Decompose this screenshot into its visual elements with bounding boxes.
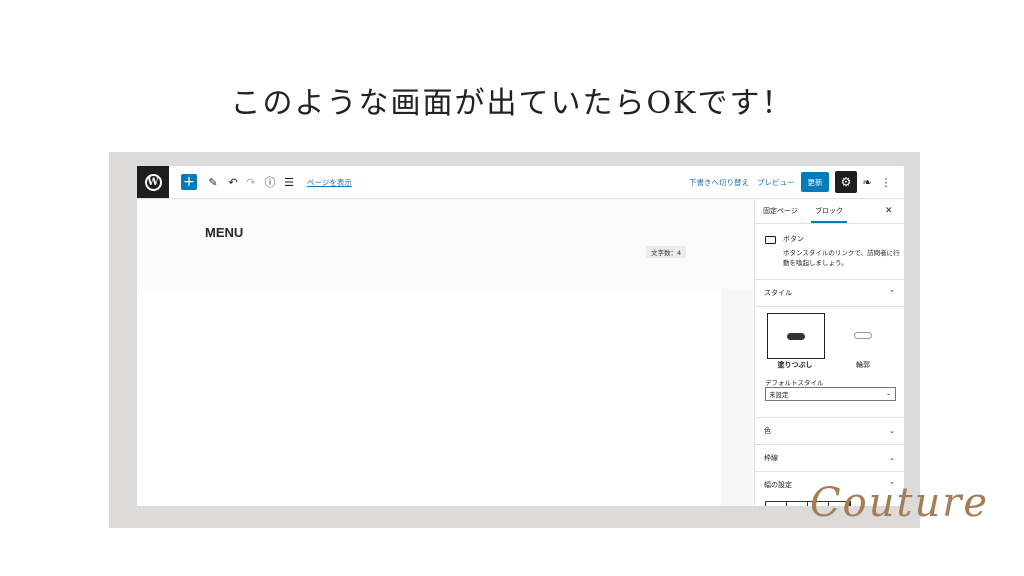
color-panel-header[interactable]: 色 ⌄	[755, 418, 904, 445]
gear-icon[interactable]: ⚙	[835, 171, 857, 193]
list-view-icon[interactable]: ☰	[281, 166, 297, 198]
button-block-icon	[765, 236, 776, 244]
chevron-up-icon: ⌃	[889, 289, 895, 297]
chevron-down-icon: ⌄	[885, 390, 891, 397]
style-fill-label: 塗りつぶし	[777, 361, 813, 369]
settings-sidebar: 固定ページ ブロック ✕ ボタン ボタンスタイルのリンクで、訪問者に行動を喚起し…	[754, 199, 904, 506]
more-vertical-icon[interactable]: ⋮	[879, 166, 893, 198]
style-outline-label: 輪郭	[856, 361, 870, 369]
pencil-icon[interactable]: ✎	[205, 166, 221, 198]
block-title: ボタン	[783, 235, 804, 243]
width-panel-label: 幅の設定	[764, 481, 792, 489]
style-option-fill[interactable]	[767, 313, 825, 359]
chevron-down-icon: ⌄	[889, 427, 895, 435]
tab-page[interactable]: 固定ページ	[763, 199, 798, 223]
default-style-label: デフォルトスタイル	[765, 379, 824, 387]
block-card: ボタン ボタンスタイルのリンクで、訪問者に行動を喚起しましょう。	[755, 224, 904, 280]
couture-logo: Couture	[810, 480, 990, 526]
info-icon[interactable]: ⓘ	[262, 166, 278, 198]
border-panel-label: 枠線	[764, 454, 778, 462]
style-option-outline[interactable]	[835, 313, 891, 357]
leaf-icon[interactable]: ❧	[859, 166, 875, 198]
editor-toolbar: W + ✎ ↶ ↷ ⓘ ☰ ページを表示 下書きへ切り替え プレビュー 更新 ⚙…	[137, 166, 904, 199]
color-panel-label: 色	[764, 427, 771, 435]
page-heading[interactable]: MENU	[205, 225, 243, 240]
style-panel: スタイル ⌃ 塗りつぶし 輪郭 デフォルトスタイル 未設定 ⌄	[755, 280, 904, 418]
wordpress-logo-icon[interactable]: W	[137, 166, 169, 198]
canvas-header-area	[137, 199, 753, 289]
default-style-select[interactable]: 未設定 ⌄	[765, 387, 896, 401]
sidebar-tabs: 固定ページ ブロック ✕	[755, 199, 904, 224]
style-panel-label: スタイル	[764, 289, 792, 297]
canvas-strip	[721, 289, 753, 506]
chevron-down-icon: ⌄	[889, 454, 895, 462]
fill-preview	[787, 332, 805, 340]
update-button[interactable]: 更新	[801, 172, 829, 192]
headline: このような画面が出ていたらOKです！	[230, 86, 794, 121]
border-panel-header[interactable]: 枠線 ⌄	[755, 445, 904, 472]
redo-icon[interactable]: ↷	[243, 166, 259, 198]
preview-link[interactable]: プレビュー	[757, 166, 795, 198]
style-panel-header[interactable]: スタイル ⌃	[755, 280, 904, 307]
view-page-link[interactable]: ページを表示	[307, 166, 352, 198]
wp-block-editor: W + ✎ ↶ ↷ ⓘ ☰ ページを表示 下書きへ切り替え プレビュー 更新 ⚙…	[137, 166, 904, 506]
block-description: ボタンスタイルのリンクで、訪問者に行動を喚起しましょう。	[783, 249, 900, 267]
default-style-value: 未設定	[769, 391, 789, 399]
close-icon[interactable]: ✕	[885, 199, 893, 223]
tab-block[interactable]: ブロック	[811, 199, 847, 223]
word-count-badge: 文字数：4	[646, 246, 687, 258]
outline-preview	[854, 331, 872, 339]
undo-icon[interactable]: ↶	[225, 166, 241, 198]
editor-canvas[interactable]: MENU 文字数：4	[137, 199, 753, 506]
add-block-button[interactable]: +	[181, 174, 197, 190]
switch-to-draft-link[interactable]: 下書きへ切り替え	[689, 166, 749, 198]
